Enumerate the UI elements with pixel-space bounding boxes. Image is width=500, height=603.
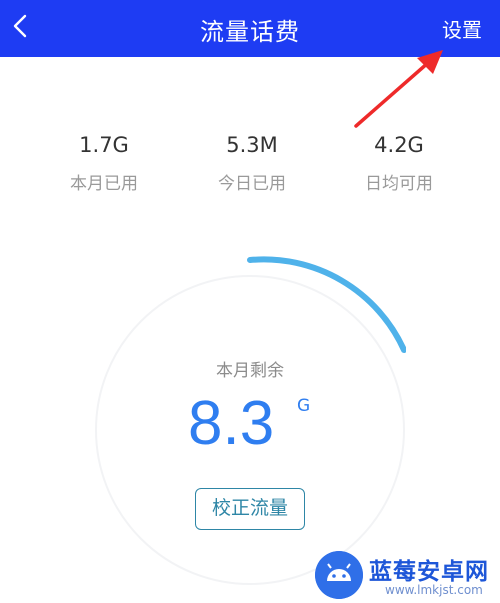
remaining-unit: G bbox=[297, 396, 311, 416]
stat-label: 今日已用 bbox=[218, 174, 286, 194]
stat-today-used: 5.3M 今日已用 bbox=[182, 133, 322, 194]
red-arrow-annotation bbox=[354, 50, 443, 128]
watermark-url: www.lmkjst.com bbox=[385, 583, 483, 597]
stat-daily-available: 4.2G 日均可用 bbox=[329, 133, 469, 194]
stat-value: 4.2G bbox=[374, 133, 424, 157]
watermark-title: 蓝莓安卓网 bbox=[369, 559, 489, 585]
settings-button[interactable]: 设置 bbox=[442, 14, 482, 43]
stat-month-used: 1.7G 本月已用 bbox=[34, 133, 174, 194]
stat-label: 本月已用 bbox=[70, 174, 138, 194]
stat-label: 日均可用 bbox=[365, 174, 433, 194]
android-logo-icon bbox=[315, 551, 363, 599]
watermark: 蓝莓安卓网 www.lmkjst.com bbox=[313, 547, 500, 603]
calibrate-traffic-button[interactable]: 校正流量 bbox=[195, 488, 305, 530]
gauge-arc bbox=[247, 256, 406, 353]
stat-value: 5.3M bbox=[226, 133, 278, 157]
remaining-value: 8.3 bbox=[188, 389, 275, 458]
stat-value: 1.7G bbox=[79, 133, 129, 157]
remaining-label: 本月剩余 bbox=[216, 361, 284, 381]
